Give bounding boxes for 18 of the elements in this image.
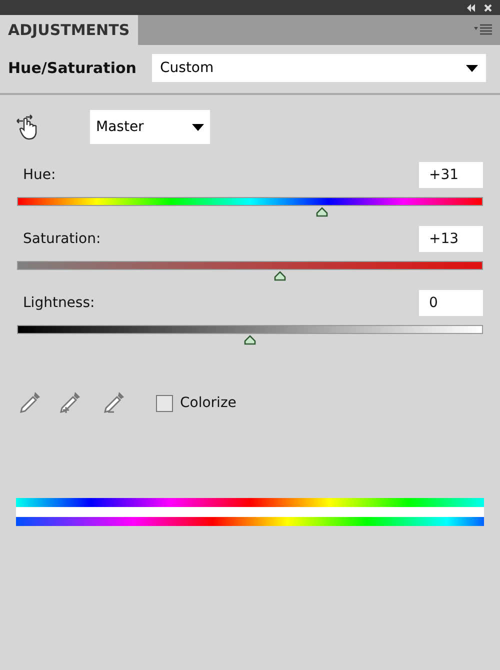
adjustment-title: Hue/Saturation — [8, 58, 138, 79]
panel-tab[interactable]: ADJUSTMENTS — [0, 15, 138, 45]
subtract-eyedropper-icon[interactable] — [102, 390, 126, 416]
value-field[interactable]: 0 — [419, 290, 483, 316]
preset-dropdown[interactable]: Custom — [152, 54, 486, 82]
colorize-checkbox[interactable] — [156, 394, 173, 412]
collapse-icon[interactable] — [466, 4, 476, 12]
close-icon[interactable] — [484, 4, 492, 12]
slider-label: Hue: — [23, 166, 56, 184]
menu-icon[interactable] — [474, 24, 492, 36]
colorize-label: Colorize — [180, 394, 236, 412]
eyedropper-icon[interactable] — [18, 390, 42, 416]
slider-label: Lightness: — [23, 294, 95, 312]
slider-label: Saturation: — [23, 230, 101, 248]
add-eyedropper-icon[interactable] — [58, 390, 82, 416]
channel-dropdown[interactable]: Master — [90, 110, 210, 144]
value-field[interactable]: +31 — [419, 162, 483, 188]
value-field[interactable]: +13 — [419, 226, 483, 252]
